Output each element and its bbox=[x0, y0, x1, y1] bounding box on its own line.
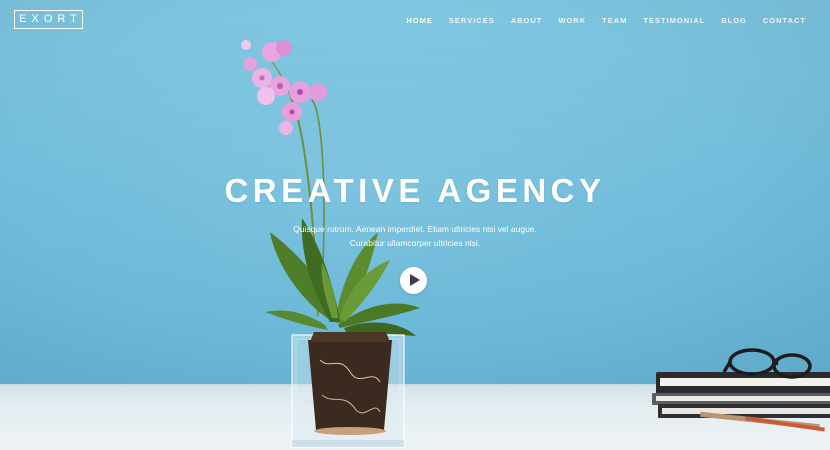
nav-item-work[interactable]: WORK bbox=[558, 16, 586, 25]
nav-item-testimonial[interactable]: TESTIMONIAL bbox=[643, 16, 705, 25]
nav-item-home[interactable]: HOME bbox=[406, 16, 433, 25]
book-stack bbox=[652, 372, 830, 432]
hero-subtitle-line-2: Curabitur ullamcorper ultricies nisi. bbox=[349, 238, 481, 248]
nav-item-blog[interactable]: BLOG bbox=[721, 16, 747, 25]
brand-logo[interactable]: EXORT bbox=[14, 10, 83, 29]
hero-subtitle: Quisque rutrum. Aenean imperdiet. Etiam … bbox=[0, 222, 830, 250]
hero-headline: CREATIVE AGENCY bbox=[224, 172, 606, 209]
play-video-button[interactable] bbox=[400, 267, 427, 294]
nav-item-services[interactable]: SERVICES bbox=[449, 16, 495, 25]
play-icon bbox=[410, 274, 420, 286]
nav-item-contact[interactable]: CONTACT bbox=[763, 16, 806, 25]
hero-section: EXORT HOME SERVICES ABOUT WORK TEAM TEST… bbox=[0, 0, 830, 450]
glass-pot bbox=[291, 332, 405, 448]
nav-item-about[interactable]: ABOUT bbox=[511, 16, 543, 25]
hero-subtitle-line-1: Quisque rutrum. Aenean imperdiet. Etiam … bbox=[293, 224, 537, 234]
main-nav: HOME SERVICES ABOUT WORK TEAM TESTIMONIA… bbox=[390, 16, 806, 25]
nav-item-team[interactable]: TEAM bbox=[602, 16, 627, 25]
orchid-flowers bbox=[241, 40, 327, 135]
